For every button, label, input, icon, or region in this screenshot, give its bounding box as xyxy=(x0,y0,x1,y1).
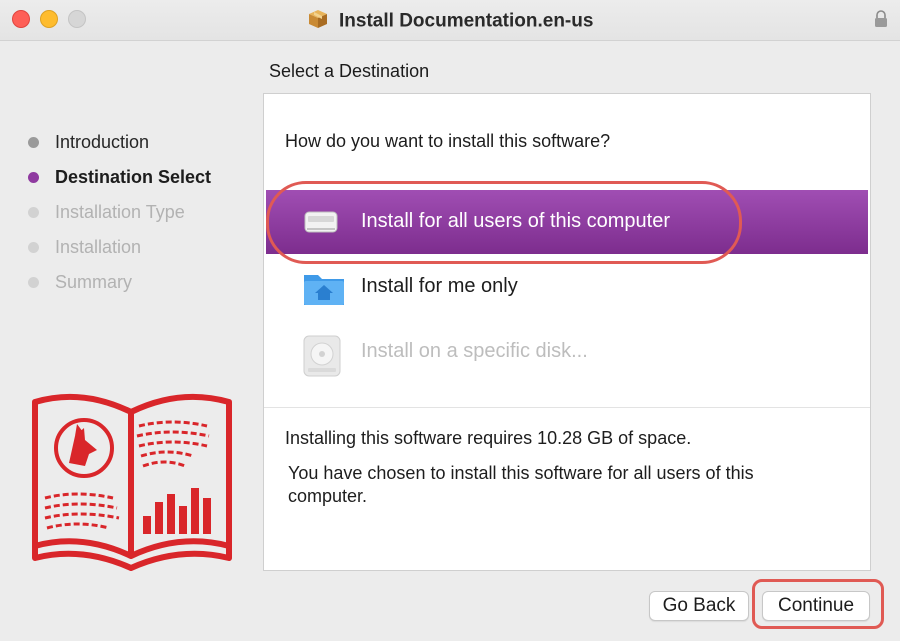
window-title: Install Documentation.en-us xyxy=(339,10,594,32)
pane-title: Select a Destination xyxy=(269,61,430,81)
step-dot xyxy=(28,172,39,183)
step-summary: Summary xyxy=(28,265,211,300)
option-install-all-users[interactable]: Install for all users of this computer xyxy=(266,190,868,254)
choice-description-text: You have chosen to install this software… xyxy=(288,463,754,506)
step-label: Introduction xyxy=(55,132,150,152)
step-label: Summary xyxy=(55,272,133,292)
step-label: Installation Type xyxy=(55,202,185,222)
step-introduction: Introduction xyxy=(28,125,211,160)
option-label: Install for all users of this computer xyxy=(361,210,671,232)
disk-icon xyxy=(302,334,342,383)
option-label: Install for me only xyxy=(361,275,518,297)
step-dot xyxy=(28,277,39,288)
option-install-me-only[interactable]: Install for me only xyxy=(266,255,868,319)
step-dot xyxy=(28,137,39,148)
computer-icon xyxy=(302,204,340,245)
step-label: Destination Select xyxy=(55,167,212,187)
install-question: How do you want to install this software… xyxy=(285,131,611,151)
title-bar: Install Documentation.en-us xyxy=(0,0,900,41)
wolf-emblem-icon xyxy=(54,418,114,478)
option-label: Install on a specific disk... xyxy=(361,340,588,362)
documentation-book-logo xyxy=(27,388,237,578)
step-label: Installation xyxy=(55,237,142,257)
step-installation-type: Installation Type xyxy=(28,195,211,230)
lock-icon xyxy=(874,10,888,33)
step-destination-select: Destination Select xyxy=(28,160,211,195)
go-back-button[interactable]: Go Back xyxy=(649,591,749,621)
option-install-specific-disk: Install on a specific disk... xyxy=(266,320,868,384)
step-dot xyxy=(28,242,39,253)
window-title-group: Install Documentation.en-us xyxy=(0,8,900,35)
step-installation: Installation xyxy=(28,230,211,265)
panel-divider xyxy=(264,407,870,408)
step-dot xyxy=(28,207,39,218)
installer-steps: Introduction Destination Select Installa… xyxy=(28,125,211,300)
package-icon xyxy=(307,8,329,35)
destination-panel: How do you want to install this software… xyxy=(263,93,871,571)
continue-button[interactable]: Continue xyxy=(762,591,870,621)
home-folder-icon xyxy=(302,269,346,314)
space-requirement-text: Installing this software requires 10.28 … xyxy=(285,428,692,448)
